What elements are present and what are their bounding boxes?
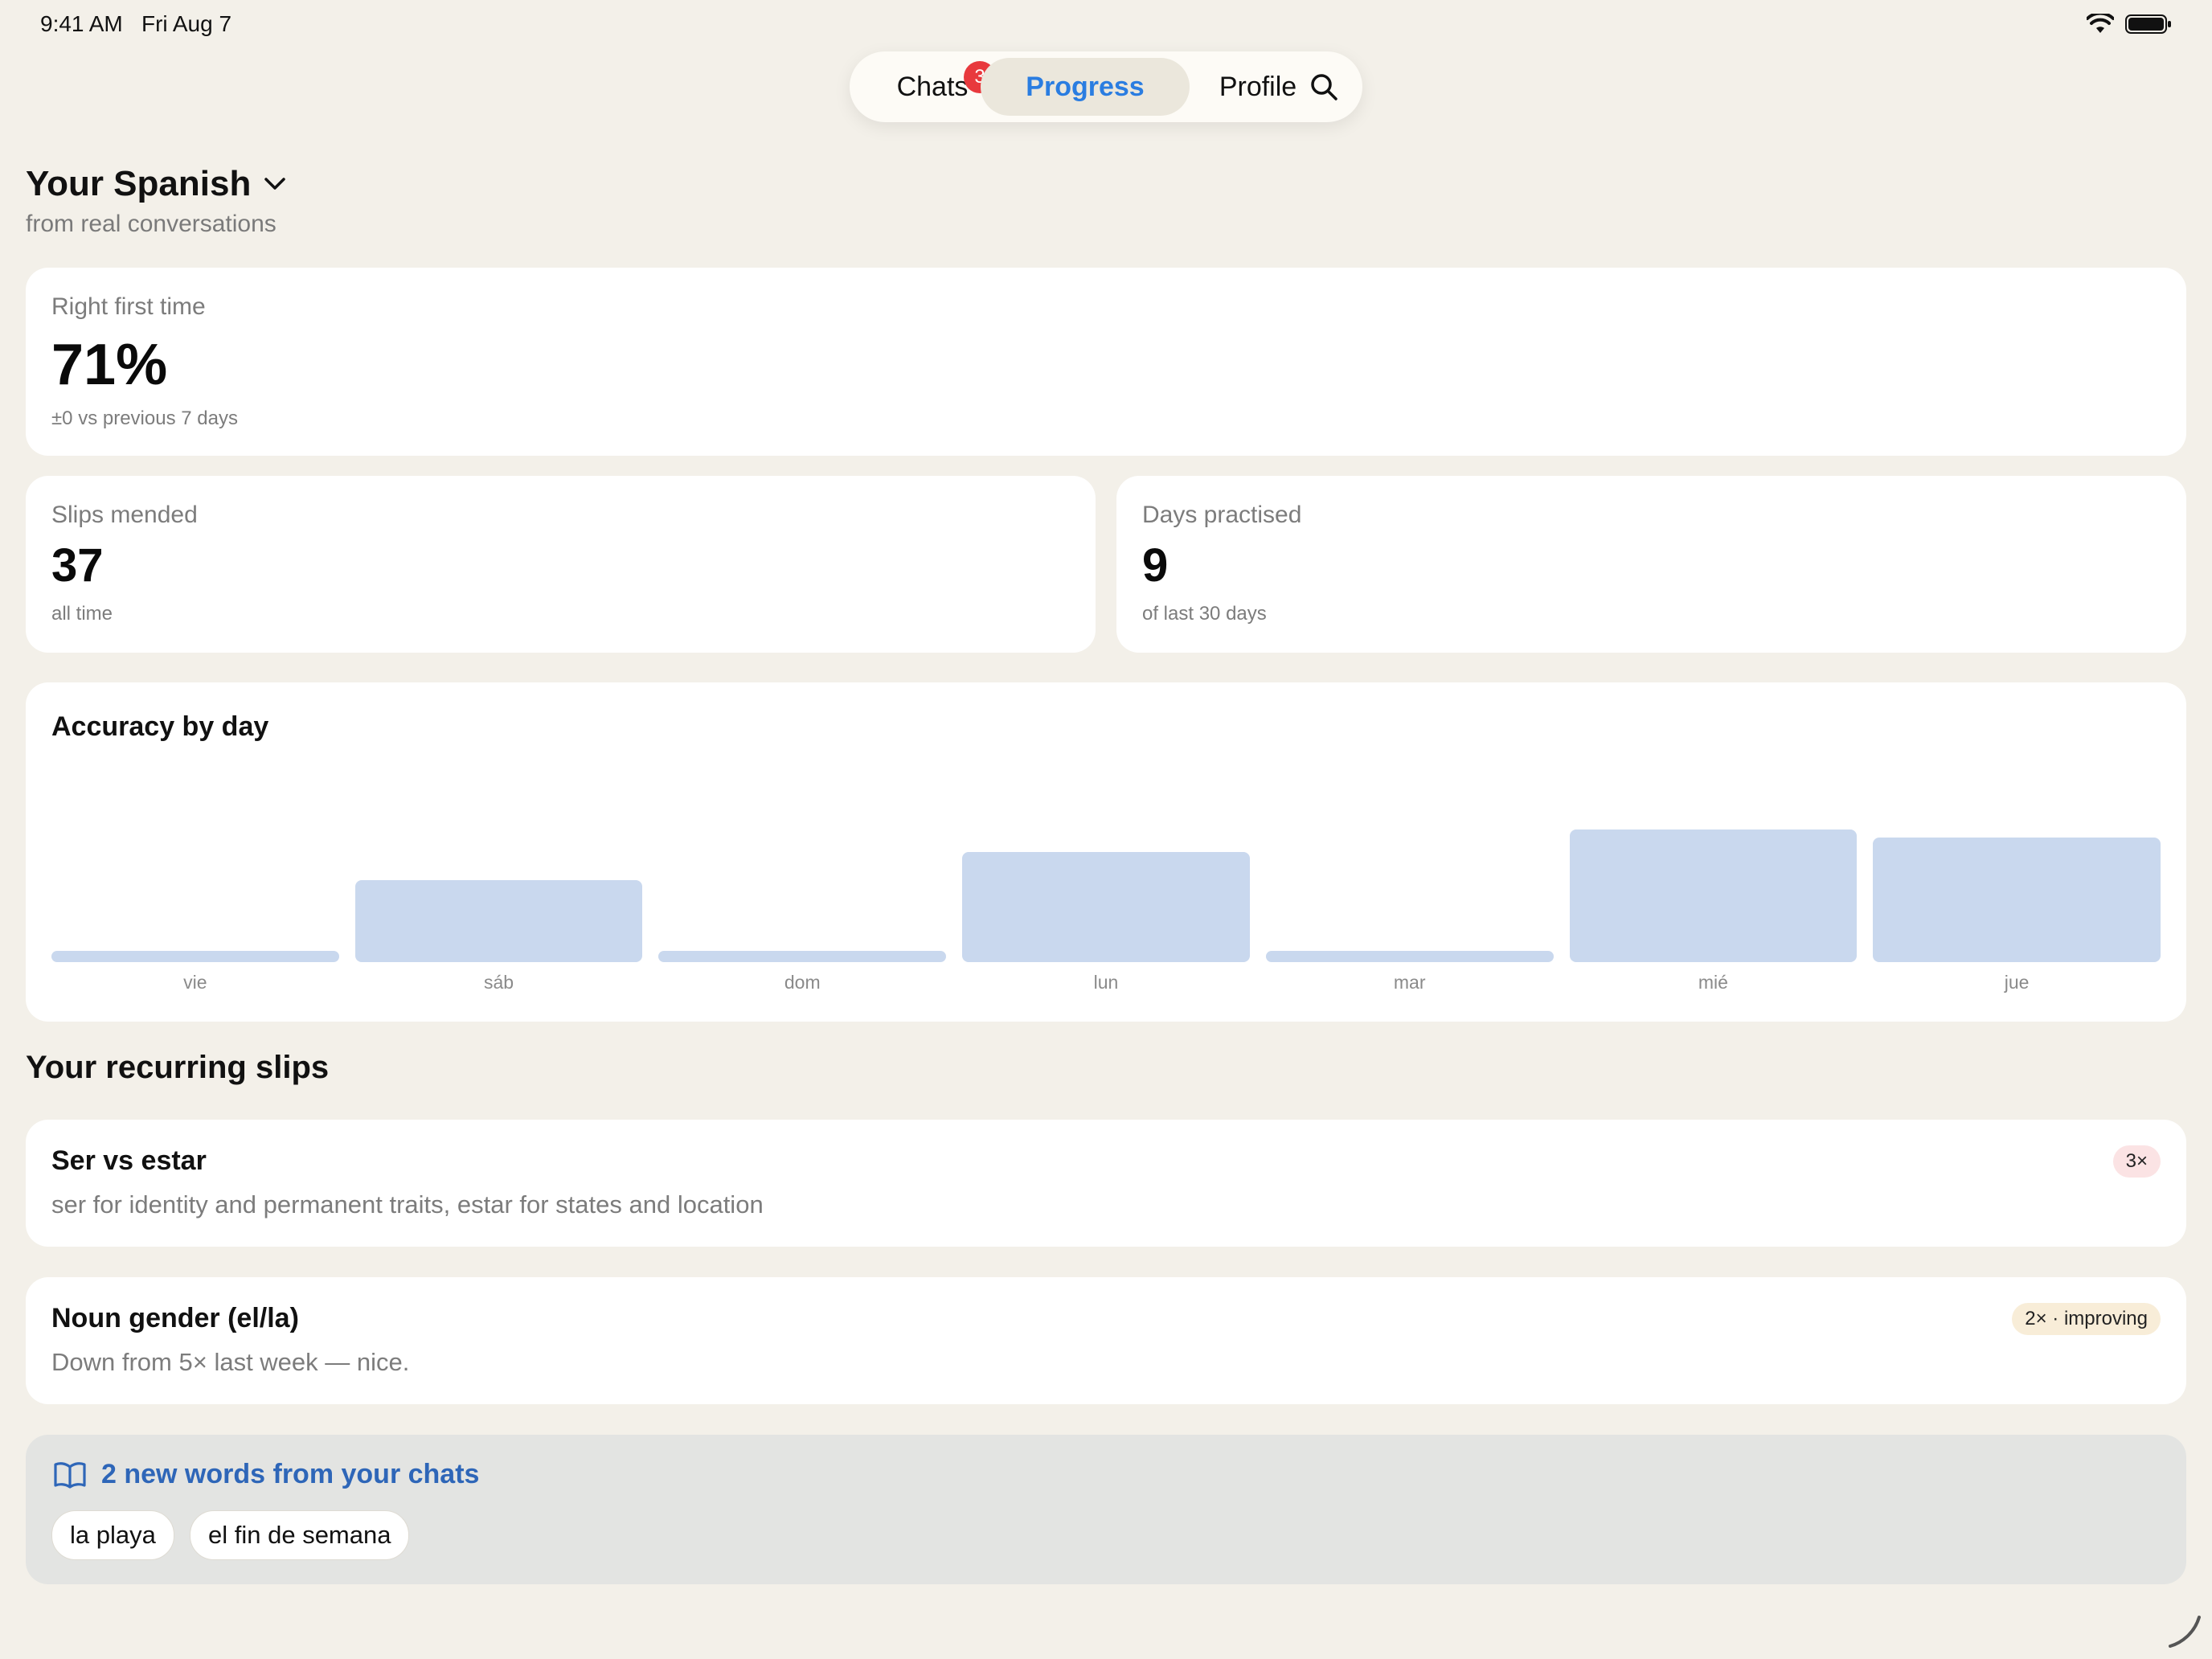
chart-bar-column-dom: dom — [658, 682, 947, 993]
page-title: Your Spanish — [26, 164, 252, 203]
tab-chats-label: Chats — [896, 72, 969, 102]
chart-bar-column-mié: mié — [1569, 682, 1858, 993]
chart-tick-label: vie — [183, 972, 207, 993]
chart-bar-column-vie: vie — [51, 682, 339, 993]
days-practised-label: Days practised — [1142, 502, 1302, 528]
book-icon — [54, 1461, 86, 1489]
right-first-time-value: 71% — [51, 333, 168, 397]
new-words-panel: 2 new words from your chats la playa el … — [26, 1435, 2186, 1584]
days-practised-note: of last 30 days — [1142, 603, 1267, 625]
chevron-down-icon — [264, 178, 286, 190]
chart-bar-column-jue: jue — [1873, 682, 2161, 993]
page-subtitle: from real conversations — [26, 211, 276, 237]
right-first-time-note: ±0 vs previous 7 days — [51, 408, 238, 429]
chart-bar — [1569, 829, 1858, 962]
chart-tick-label: mié — [1698, 972, 1728, 993]
new-words-heading: 2 new words from your chats — [101, 1459, 480, 1489]
status-date: Fri Aug 7 — [141, 11, 232, 36]
days-practised-card: Days practised 9 of last 30 days — [1116, 476, 2186, 653]
chart-tick-label: lun — [1093, 972, 1119, 993]
tab-progress-label: Progress — [1026, 72, 1145, 102]
slips-mended-note: all time — [51, 603, 113, 625]
chart-tick-label: sáb — [484, 972, 514, 993]
accuracy-chart-card: Accuracy by day vie sáb dom lun mar mié jue — [26, 682, 2186, 1022]
status-time: 9:41 AM — [40, 11, 123, 36]
chart-tick-label: mar — [1393, 972, 1426, 993]
slip-title: Ser vs estar — [51, 1145, 207, 1176]
search-icon — [1311, 74, 1337, 100]
chart-bar — [1873, 838, 2161, 962]
recurring-slips-heading: Your recurring slips — [26, 1050, 330, 1085]
slips-mended-label: Slips mended — [51, 502, 198, 528]
slip-description: ser for identity and permanent traits, e… — [51, 1190, 764, 1219]
resize-handle-icon[interactable] — [2165, 1612, 2204, 1651]
chart-bar — [51, 951, 339, 962]
word-chip[interactable]: el fin de semana — [190, 1510, 410, 1560]
chart-bars: vie sáb dom lun mar mié jue — [51, 682, 2161, 1022]
chart-bar-column-lun: lun — [962, 682, 1250, 993]
chart-bar — [354, 879, 643, 962]
slips-mended-card: Slips mended 37 all time — [26, 476, 1096, 653]
search-button[interactable] — [1296, 58, 1352, 116]
chart-bar — [1265, 951, 1554, 962]
new-words-link[interactable]: 2 new words from your chats — [53, 1459, 479, 1490]
right-first-time-card: Right first time 71% ±0 vs previous 7 da… — [26, 268, 2186, 456]
tab-profile-label: Profile — [1219, 72, 1297, 102]
slip-count-badge: 3× — [2112, 1145, 2161, 1178]
slip-card-ser-estar[interactable]: Ser vs estar ser for identity and perman… — [26, 1120, 2186, 1247]
slip-card-noun-gender[interactable]: Noun gender (el/la) Down from 5× last we… — [26, 1277, 2186, 1404]
chart-bar — [658, 951, 947, 962]
status-icons — [2087, 13, 2172, 35]
days-practised-value: 9 — [1142, 539, 1169, 592]
language-selector[interactable]: Your Spanish — [26, 164, 286, 204]
top-tab-bar: Chats 3 Progress Profile — [850, 51, 1362, 122]
slips-mended-value: 37 — [51, 539, 104, 592]
slip-description: Down from 5× last week — nice. — [51, 1348, 410, 1376]
chart-bar — [962, 851, 1250, 962]
right-first-time-label: Right first time — [51, 293, 206, 320]
chart-bar-column-mar: mar — [1265, 682, 1554, 993]
wifi-icon — [2087, 14, 2114, 33]
chart-bar-column-sáb: sáb — [354, 682, 643, 993]
chart-tick-label: dom — [784, 972, 821, 993]
slip-title: Noun gender (el/la) — [51, 1303, 299, 1333]
word-chip[interactable]: la playa — [51, 1510, 174, 1560]
chart-tick-label: jue — [2004, 972, 2030, 993]
battery-icon — [2125, 14, 2171, 34]
tab-progress[interactable]: Progress — [981, 58, 1190, 116]
slip-count-badge: 2× · improving — [2012, 1303, 2161, 1335]
